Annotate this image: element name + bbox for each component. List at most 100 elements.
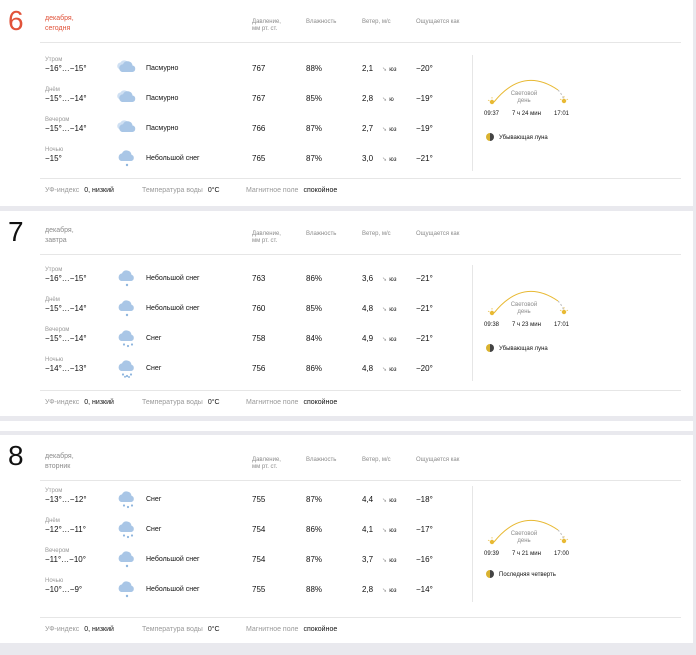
temperature: −15° (45, 154, 62, 163)
day-part: Вечером (45, 327, 70, 333)
wind-direction: юз (389, 277, 397, 283)
temperature: −10°…−9° (45, 585, 83, 594)
condition: Небольшой снег (146, 586, 200, 593)
wind-speed: 2,8 (362, 585, 374, 594)
day-part: Ночью (45, 357, 64, 363)
wind-speed: 4,8 (362, 364, 374, 373)
forecast-row: Вечером −15°…−14° Пасмурно 766 87% 2,7 ➘ юз −19… (0, 117, 470, 141)
temperature: −16°…−15° (45, 64, 87, 73)
condition: Пасмурно (146, 65, 179, 72)
humidity-value: 86% (306, 364, 323, 373)
wind-arrow-icon: ➘ (382, 67, 388, 73)
day-number: 7 (8, 216, 24, 247)
condition: Небольшой снег (146, 305, 200, 312)
temperature: −15°…−14° (45, 94, 87, 103)
pressure-value: 767 (252, 94, 266, 103)
day-part: Утром (45, 267, 63, 273)
temperature: −14°…−13° (45, 364, 87, 373)
temperature: −16°…−15° (45, 274, 87, 283)
sunset-time: 17:00 (554, 551, 570, 557)
water-temperature-value: 0°C (207, 626, 220, 633)
light-snow-icon (116, 580, 138, 598)
pressure-value: 765 (252, 154, 266, 163)
day-part: Утром (45, 488, 63, 494)
column-header-wind: Ветер, м/с (362, 457, 391, 463)
magnetic-field: Магнитное поле спокойное (246, 186, 337, 196)
condition: Снег (146, 335, 162, 342)
wind-value: 3,0 ➘ юз (362, 154, 397, 165)
daylight-duration: 7 ч 23 мин (512, 322, 541, 328)
feels-like-value: −21° (416, 334, 433, 343)
wind-arrow-icon: ➘ (382, 588, 388, 594)
moon-icon (486, 344, 494, 353)
wind-value: 2,1 ➘ юз (362, 64, 397, 75)
magnetic-field-value: спокойное (303, 626, 338, 633)
divider (472, 486, 473, 602)
day-weekday: завтра (45, 237, 67, 244)
humidity-value: 86% (306, 274, 323, 283)
wind-speed: 2,7 (362, 124, 374, 133)
feels-like-value: −17° (416, 525, 433, 534)
magnetic-field-label: Магнитное поле (246, 399, 299, 406)
light-snow-icon (116, 269, 138, 287)
divider (40, 480, 681, 481)
moon-phase: Последняя четверть (486, 570, 556, 580)
moon-icon (486, 570, 494, 579)
day-part: Вечером (45, 117, 70, 123)
temperature: −15°…−14° (45, 334, 87, 343)
wind-direction: юз (389, 528, 397, 534)
day-weekday: вторник (45, 463, 71, 470)
day-part: Днём (45, 87, 60, 93)
light-snow-icon (116, 550, 138, 568)
feels-like-value: −20° (416, 364, 433, 373)
wind-speed: 3,6 (362, 274, 374, 283)
wind-value: 2,7 ➘ юз (362, 124, 397, 135)
day-card: 8 декабря, вторник Давление, мм рт. ст. Влаж… (0, 435, 693, 643)
humidity-value: 87% (306, 555, 323, 564)
divider (40, 617, 681, 618)
wind-arrow-icon: ➘ (382, 498, 388, 504)
forecast-row: Утром −13°…−12° Снег 755 87% 4,4 ➘ юз −18° (0, 488, 470, 512)
daylight-label: Световой день (510, 302, 538, 315)
temperature: −15°…−14° (45, 124, 87, 133)
pressure-value: 754 (252, 525, 266, 534)
cloudy-icon (116, 119, 138, 137)
pressure-value: 766 (252, 124, 266, 133)
sunrise-time: 09:39 (484, 551, 500, 557)
moon-phase-label: Убывающая луна (499, 346, 548, 352)
water-temperature-value: 0°C (207, 399, 220, 406)
uv-index-value: 0, низкий (84, 626, 114, 633)
wind-value: 3,6 ➘ юз (362, 274, 397, 285)
condition: Пасмурно (146, 125, 179, 132)
wind-speed: 4,9 (362, 334, 374, 343)
forecast-row: Ночью −10°…−9° Небольшой снег 755 88% 2,8 ➘ юз… (0, 578, 470, 602)
day-card: 6 декабря, сегодня Давление, мм рт. ст. Влаж… (0, 0, 693, 206)
humidity-value: 85% (306, 94, 323, 103)
daylight-duration: 7 ч 24 мин (512, 111, 541, 117)
forecast-row: Вечером −15°…−14° Снег 758 84% 4,9 ➘ юз −21° (0, 327, 470, 351)
pressure-value: 767 (252, 64, 266, 73)
divider (472, 55, 473, 171)
wind-arrow-icon: ➘ (382, 157, 388, 163)
day-part: Ночью (45, 578, 64, 584)
light-snow-icon (116, 149, 138, 167)
uv-index-value: 0, низкий (84, 187, 114, 194)
water-temperature-label: Температура воды (142, 399, 203, 406)
daylight-label: Световой день (510, 531, 538, 544)
wind-speed: 4,1 (362, 525, 374, 534)
wind-arrow-icon: ➘ (382, 337, 388, 343)
condition: Снег (146, 496, 162, 503)
cloudy-icon (116, 59, 138, 77)
forecast-row: Утром −16°…−15° Пасмурно 767 88% 2,1 ➘ юз −20° (0, 57, 470, 81)
day-number: 8 (8, 440, 24, 471)
day-weekday: сегодня (45, 25, 71, 32)
magnetic-field: Магнитное поле спокойное (246, 625, 337, 635)
heavy-snow-icon (116, 359, 138, 378)
day-part: Вечером (45, 548, 70, 554)
feels-like-value: −18° (416, 495, 433, 504)
sunset-time: 17:01 (554, 322, 570, 328)
snow-icon (116, 490, 138, 509)
wind-direction: юз (389, 307, 397, 313)
moon-phase-label: Убывающая луна (499, 135, 548, 141)
wind-value: 2,8 ➘ юз (362, 585, 397, 596)
